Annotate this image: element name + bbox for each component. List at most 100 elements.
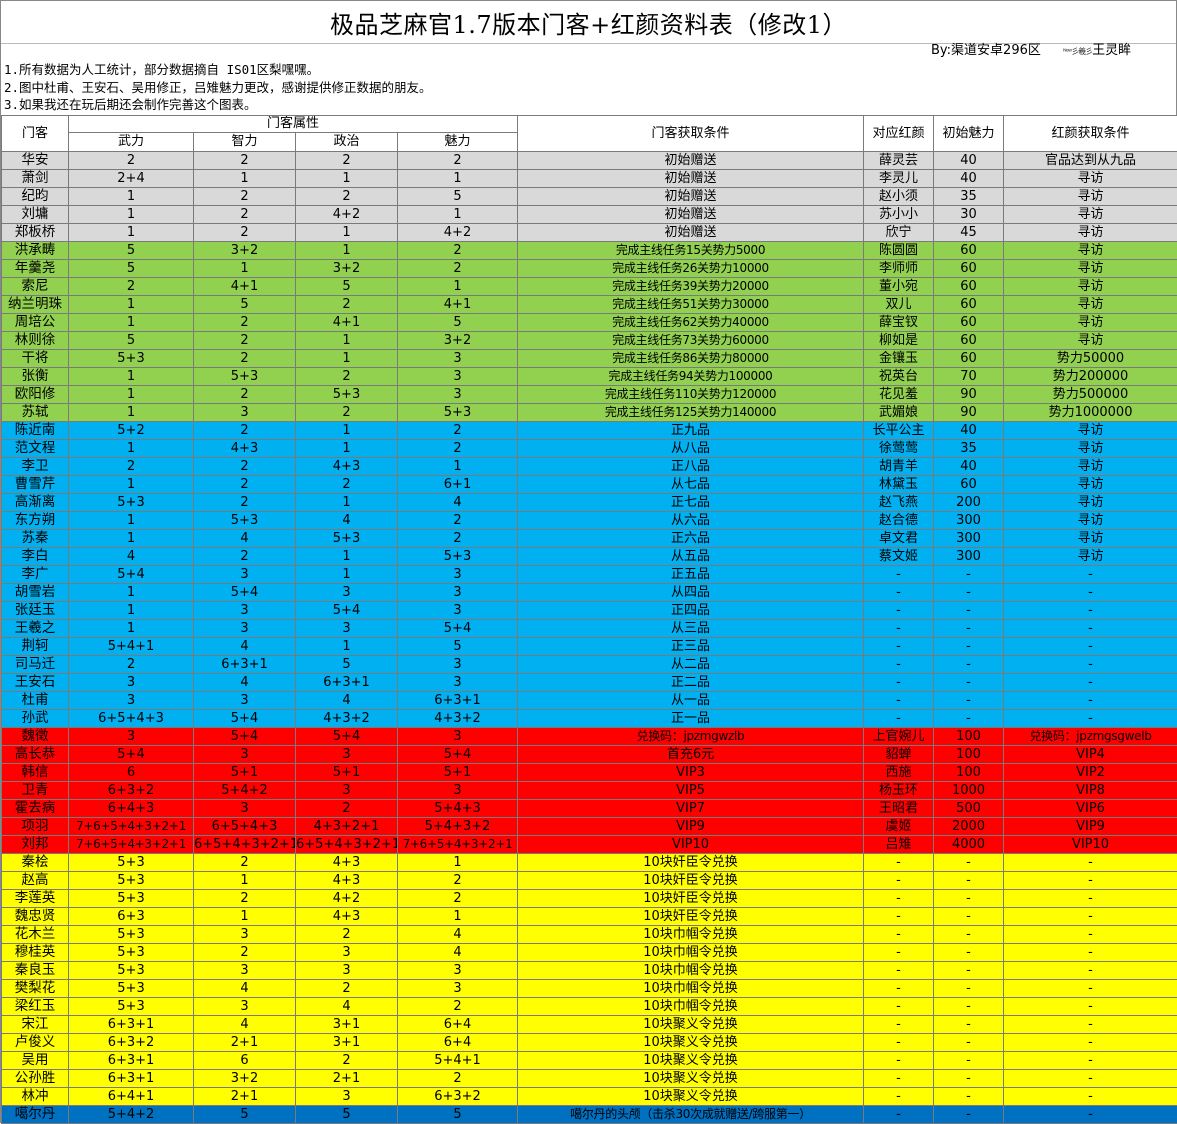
beauty-name: 王昭君 (864, 800, 934, 818)
initial-charm: 40 (934, 422, 1004, 440)
intellect-value: 6+3+1 (194, 656, 296, 674)
intellect-value: 1 (194, 872, 296, 890)
beauty-condition: - (1004, 656, 1177, 674)
politics-value: 2 (296, 404, 398, 422)
retainer-name: 秦桧 (2, 854, 69, 872)
retainer-condition: 从五品 (518, 548, 864, 566)
retainer-name: 杜甫 (2, 692, 69, 710)
charm-value: 3 (398, 980, 518, 998)
retainer-condition: 从一品 (518, 692, 864, 710)
header-retainer-condition: 门客获取条件 (518, 116, 864, 152)
intellect-value: 4 (194, 1016, 296, 1034)
politics-value: 4+3 (296, 458, 398, 476)
beauty-name: - (864, 620, 934, 638)
intellect-value: 3 (194, 800, 296, 818)
force-value: 5 (69, 332, 194, 350)
beauty-condition: - (1004, 602, 1177, 620)
beauty-name: - (864, 854, 934, 872)
politics-value: 2+1 (296, 1070, 398, 1088)
retainer-condition: 10块巾帼令兑换 (518, 962, 864, 980)
retainer-condition: 兑换码：jpzmgwzlb (518, 728, 864, 746)
table-row: 王羲之1335+4从三品--- (2, 620, 1177, 638)
beauty-condition: 寻访 (1004, 296, 1177, 314)
charm-value: 2 (398, 422, 518, 440)
beauty-condition: 寻访 (1004, 332, 1177, 350)
retainer-name: 花木兰 (2, 926, 69, 944)
politics-value: 2 (296, 368, 398, 386)
retainer-name: 高渐离 (2, 494, 69, 512)
force-value: 5+4 (69, 566, 194, 584)
beauty-name: - (864, 1052, 934, 1070)
beauty-name: 林黛玉 (864, 476, 934, 494)
politics-value: 1 (296, 440, 398, 458)
force-value: 5+3 (69, 998, 194, 1016)
politics-value: 3 (296, 1088, 398, 1106)
table-row: 年羹尧513+22完成主线任务26关势力10000李师师60寻访 (2, 260, 1177, 278)
retainer-condition: 噶尔丹的头颅（击杀30次成就赠送/跨服第一） (518, 1106, 864, 1124)
politics-value: 2 (296, 926, 398, 944)
retainer-condition: 正四品 (518, 602, 864, 620)
beauty-name: 杨玉环 (864, 782, 934, 800)
charm-value: 3+2 (398, 332, 518, 350)
retainer-condition: 初始赠送 (518, 224, 864, 242)
retainer-name: 吴用 (2, 1052, 69, 1070)
initial-charm: - (934, 602, 1004, 620)
intellect-value: 3+2 (194, 1070, 296, 1088)
beauty-condition: 寻访 (1004, 188, 1177, 206)
force-value: 3 (69, 728, 194, 746)
beauty-condition: - (1004, 980, 1177, 998)
retainer-name: 纪昀 (2, 188, 69, 206)
charm-value: 3 (398, 602, 518, 620)
force-value: 2 (69, 278, 194, 296)
retainer-condition: 完成主线任务51关势力30000 (518, 296, 864, 314)
retainer-name: 索尼 (2, 278, 69, 296)
retainer-name: 华安 (2, 152, 69, 170)
beauty-condition: - (1004, 620, 1177, 638)
beauty-name: - (864, 584, 934, 602)
retainer-name: 魏忠贤 (2, 908, 69, 926)
retainer-name: 樊梨花 (2, 980, 69, 998)
intellect-value: 3 (194, 566, 296, 584)
politics-value: 3+2 (296, 260, 398, 278)
initial-charm: - (934, 1052, 1004, 1070)
intellect-value: 2+1 (194, 1088, 296, 1106)
table-row: 刘墉124+21初始赠送苏小小30寻访 (2, 206, 1177, 224)
charm-value: 3 (398, 566, 518, 584)
table-row: 项羽7+6+5+4+3+2+16+5+4+34+3+2+15+4+3+2VIP9… (2, 818, 1177, 836)
table-row: 张廷玉135+43正四品--- (2, 602, 1177, 620)
politics-value: 3 (296, 746, 398, 764)
politics-value: 2 (296, 800, 398, 818)
politics-value: 1 (296, 566, 398, 584)
table-row: 高长恭5+4335+4首充6元貂蝉100VIP4 (2, 746, 1177, 764)
header-init-charm: 初始魅力 (934, 116, 1004, 152)
initial-charm: - (934, 1070, 1004, 1088)
force-value: 6+3+2 (69, 1034, 194, 1052)
retainer-condition: 完成主线任务62关势力40000 (518, 314, 864, 332)
intellect-value: 2 (194, 314, 296, 332)
force-value: 1 (69, 224, 194, 242)
retainer-condition: 10块聚义令兑换 (518, 1088, 864, 1106)
initial-charm: 35 (934, 440, 1004, 458)
header-politics: 政治 (296, 133, 398, 152)
politics-value: 6+5+4+3+2+1 (296, 836, 398, 854)
charm-value: 2 (398, 260, 518, 278)
intellect-value: 2 (194, 332, 296, 350)
retainer-name: 苏轼 (2, 404, 69, 422)
retainer-name: 公孙胜 (2, 1070, 69, 1088)
table-row: 魏忠贤6+314+3110块奸臣令兑换--- (2, 908, 1177, 926)
initial-charm: - (934, 566, 1004, 584)
retainer-condition: 初始赠送 (518, 170, 864, 188)
retainer-condition: 10块聚义令兑换 (518, 1016, 864, 1034)
politics-value: 3 (296, 962, 398, 980)
retainer-name: 洪承畴 (2, 242, 69, 260)
retainer-name: 干将 (2, 350, 69, 368)
politics-value: 1 (296, 494, 398, 512)
retainer-condition: 10块奸臣令兑换 (518, 890, 864, 908)
header-attributes: 门客属性 (69, 116, 518, 133)
force-value: 5+4+1 (69, 638, 194, 656)
beauty-name: - (864, 1106, 934, 1124)
retainer-name: 郑板桥 (2, 224, 69, 242)
retainer-condition: VIP5 (518, 782, 864, 800)
initial-charm: 60 (934, 332, 1004, 350)
initial-charm: 200 (934, 494, 1004, 512)
